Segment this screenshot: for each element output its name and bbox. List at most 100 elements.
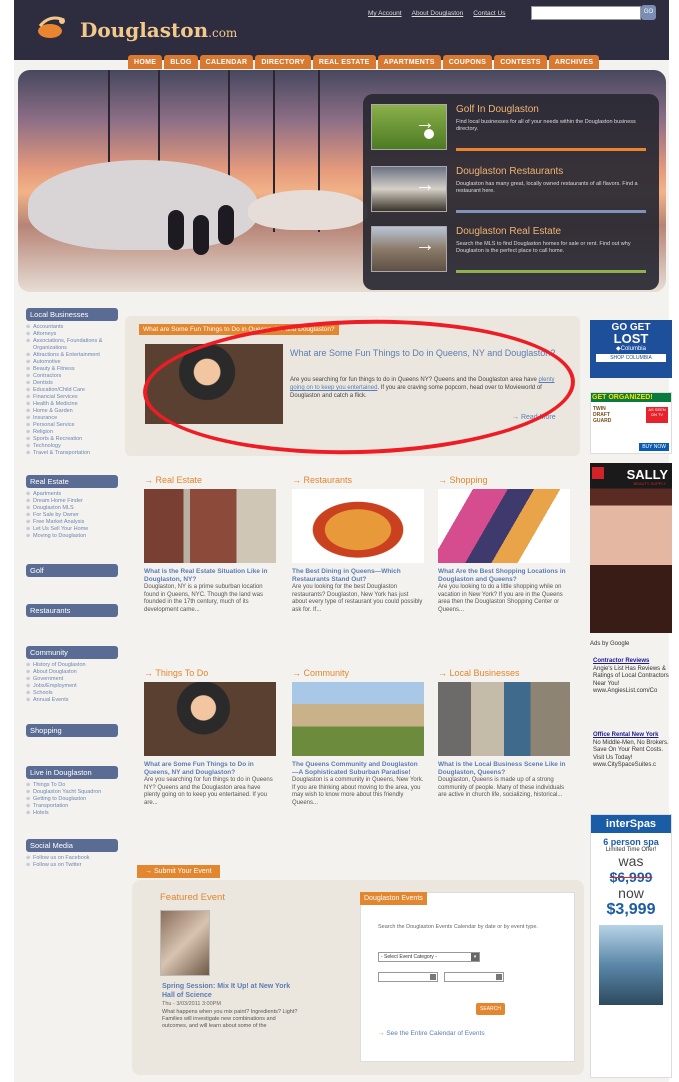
contact-link[interactable]: Contact Us: [473, 10, 505, 17]
sidebar-head-golf[interactable]: Golf: [26, 564, 118, 577]
nav-blog[interactable]: BLOG: [164, 55, 198, 69]
live-list: Things To Do Douglaston Yacht Squadron G…: [26, 782, 118, 817]
end-date-field[interactable]: [444, 972, 504, 982]
sidebar-item[interactable]: Health & Medicine: [26, 401, 118, 408]
featured-event-title: Featured Event: [160, 892, 225, 903]
arrow-right-icon: →: [292, 668, 304, 678]
my-account-link[interactable]: My Account: [368, 10, 402, 17]
sidebar-item[interactable]: Douglaston Yacht Squadron: [26, 789, 118, 796]
top-links: My Account About Douglaston Contact Us: [368, 10, 505, 17]
calendar-icon[interactable]: [430, 974, 436, 980]
promo-restaurants[interactable]: → Douglaston Restaurants Douglaston has …: [371, 164, 651, 220]
start-date-field[interactable]: [378, 972, 438, 982]
ad-spa[interactable]: interSpas 6 person spa Limited Time Offe…: [590, 814, 672, 1078]
card-image: [438, 489, 570, 563]
ad-columbia[interactable]: GO GET LOST ◆Columbia SHOP COLUMBIA: [590, 320, 672, 378]
sidebar-item[interactable]: Beauty & Fitness: [26, 366, 118, 373]
nav-home[interactable]: HOME: [128, 55, 163, 69]
sidebar-item[interactable]: Sports & Recreation: [26, 436, 118, 443]
sidebar-item[interactable]: Attractions & Entertainment: [26, 352, 118, 359]
sidebar-item[interactable]: About Douglaston: [26, 669, 118, 676]
submit-event-button[interactable]: → Submit Your Event: [137, 865, 220, 878]
events-panel-title: Douglaston Events: [360, 892, 427, 905]
card-community[interactable]: → Community The Queens Community and Dou…: [292, 668, 424, 807]
promo-real-estate[interactable]: → Douglaston Real Estate Search the MLS …: [371, 224, 651, 280]
event-search-button[interactable]: SEARCH: [476, 1003, 505, 1015]
sidebar-item[interactable]: Travel & Transportation: [26, 450, 118, 457]
sidebar-item[interactable]: Associations, Foundations & Organization…: [26, 338, 118, 352]
sidebar-item[interactable]: Government: [26, 676, 118, 683]
sidebar-item[interactable]: Insurance: [26, 415, 118, 422]
card-shopping[interactable]: → Shopping What Are the Best Shopping Lo…: [438, 475, 570, 614]
search-button[interactable]: GO: [641, 5, 656, 20]
calendar-link[interactable]: → See the Entire Calendar of Events: [378, 1030, 485, 1037]
nav-directory[interactable]: DIRECTORY: [255, 55, 311, 69]
sidebar-item[interactable]: Dentists: [26, 380, 118, 387]
sidebar-item[interactable]: Automotive: [26, 359, 118, 366]
sidebar-item[interactable]: Let Us Sell Your Home: [26, 526, 118, 533]
sidebar-item[interactable]: Contractors: [26, 373, 118, 380]
calendar-icon[interactable]: [496, 974, 502, 980]
promo-bar: [456, 210, 646, 213]
card-local-businesses[interactable]: → Local Businesses What is the Local Bus…: [438, 668, 570, 800]
promo-golf[interactable]: → Golf In Douglaston Find local business…: [371, 102, 651, 158]
sidebar-item[interactable]: Home & Garden: [26, 408, 118, 415]
ad-sally[interactable]: SALLY BEAUTY SUPPLY: [590, 463, 672, 633]
card-real-estate[interactable]: → Real Estate What is the Real Estate Si…: [144, 475, 276, 614]
nav-real-estate[interactable]: REAL ESTATE: [312, 55, 376, 69]
ad-draft-guard[interactable]: GET ORGANIZED! TWIN DRAFT GUARD AS SEEN …: [590, 392, 672, 454]
ad-contractor[interactable]: Contractor Reviews Angie's List Has Revie…: [593, 658, 673, 696]
about-link[interactable]: About Douglaston: [412, 10, 464, 17]
sidebar-item[interactable]: Douglaston MLS: [26, 505, 118, 512]
local-businesses-list: Accountants Attorneys Associations, Foun…: [26, 324, 118, 457]
sidebar-item[interactable]: For Sale by Owner: [26, 512, 118, 519]
sidebar-item[interactable]: Financial Services: [26, 394, 118, 401]
ads-by-google[interactable]: Ads by Google: [590, 641, 629, 647]
site-logo[interactable]: Douglaston.com: [80, 18, 237, 42]
sidebar-item[interactable]: Hotels: [26, 810, 118, 817]
sidebar-head-live[interactable]: Live in Douglaston: [26, 766, 118, 779]
ad-office[interactable]: Office Rental New York No Middle-Men, No …: [593, 732, 673, 770]
featured-event-date: Thu - 3/03/2011 3:00PM: [162, 1001, 221, 1007]
sidebar-item[interactable]: Religion: [26, 429, 118, 436]
sidebar-item[interactable]: Schools: [26, 690, 118, 697]
nav-calendar[interactable]: CALENDAR: [199, 55, 254, 69]
sidebar-item[interactable]: Moving to Douglaston: [26, 533, 118, 540]
sidebar-head-real-estate[interactable]: Real Estate: [26, 475, 118, 488]
card-things-to-do[interactable]: → Things To Do What are Some Fun Things …: [144, 668, 276, 807]
nav-archives[interactable]: ARCHIVES: [548, 55, 600, 69]
sidebar-item[interactable]: Accountants: [26, 324, 118, 331]
community-list: History of Douglaston About Douglaston G…: [26, 662, 118, 704]
arrow-right-icon: →: [415, 174, 435, 196]
sidebar-item[interactable]: Attorneys: [26, 331, 118, 338]
sidebar-item[interactable]: Jobs/Employment: [26, 683, 118, 690]
featured-event-name[interactable]: Spring Session: Mix It Up! at New York H…: [162, 982, 302, 1000]
sidebar-item[interactable]: Follow us on Twitter: [26, 862, 118, 869]
sidebar-item[interactable]: History of Douglaston: [26, 662, 118, 669]
sidebar-item[interactable]: Education/Child Care: [26, 387, 118, 394]
sidebar-item[interactable]: Getting to Douglaston: [26, 796, 118, 803]
search-input[interactable]: [531, 6, 641, 20]
card-image: [292, 682, 424, 756]
featured-event-image[interactable]: [160, 910, 210, 976]
sidebar-head-restaurants[interactable]: Restaurants: [26, 604, 118, 617]
nav-contests[interactable]: CONTESTS: [494, 55, 547, 69]
sidebar-item[interactable]: Transportation: [26, 803, 118, 810]
nav-coupons[interactable]: COUPONS: [442, 55, 493, 69]
sidebar-item[interactable]: Follow us on Facebook: [26, 855, 118, 862]
card-restaurants[interactable]: → Restaurants The Best Dining in Queens—…: [292, 475, 424, 614]
sidebar-item[interactable]: Annual Events: [26, 697, 118, 704]
sidebar-head-local-businesses[interactable]: Local Businesses: [26, 308, 118, 321]
sidebar-item[interactable]: Things To Do: [26, 782, 118, 789]
sidebar-head-social[interactable]: Social Media: [26, 839, 118, 852]
sidebar-item[interactable]: Dream Home Finder: [26, 498, 118, 505]
sidebar-item[interactable]: Personal Service: [26, 422, 118, 429]
logo-icon[interactable]: [36, 12, 72, 40]
sidebar-head-shopping[interactable]: Shopping: [26, 724, 118, 737]
sidebar-item[interactable]: Apartments: [26, 491, 118, 498]
sidebar-item[interactable]: Technology: [26, 443, 118, 450]
nav-apartments[interactable]: APARTMENTS: [377, 55, 441, 69]
event-category-select[interactable]: - Select Event Category - ▾: [378, 952, 480, 962]
sidebar-head-community[interactable]: Community: [26, 646, 118, 659]
sidebar-item[interactable]: Free Market Analysis: [26, 519, 118, 526]
